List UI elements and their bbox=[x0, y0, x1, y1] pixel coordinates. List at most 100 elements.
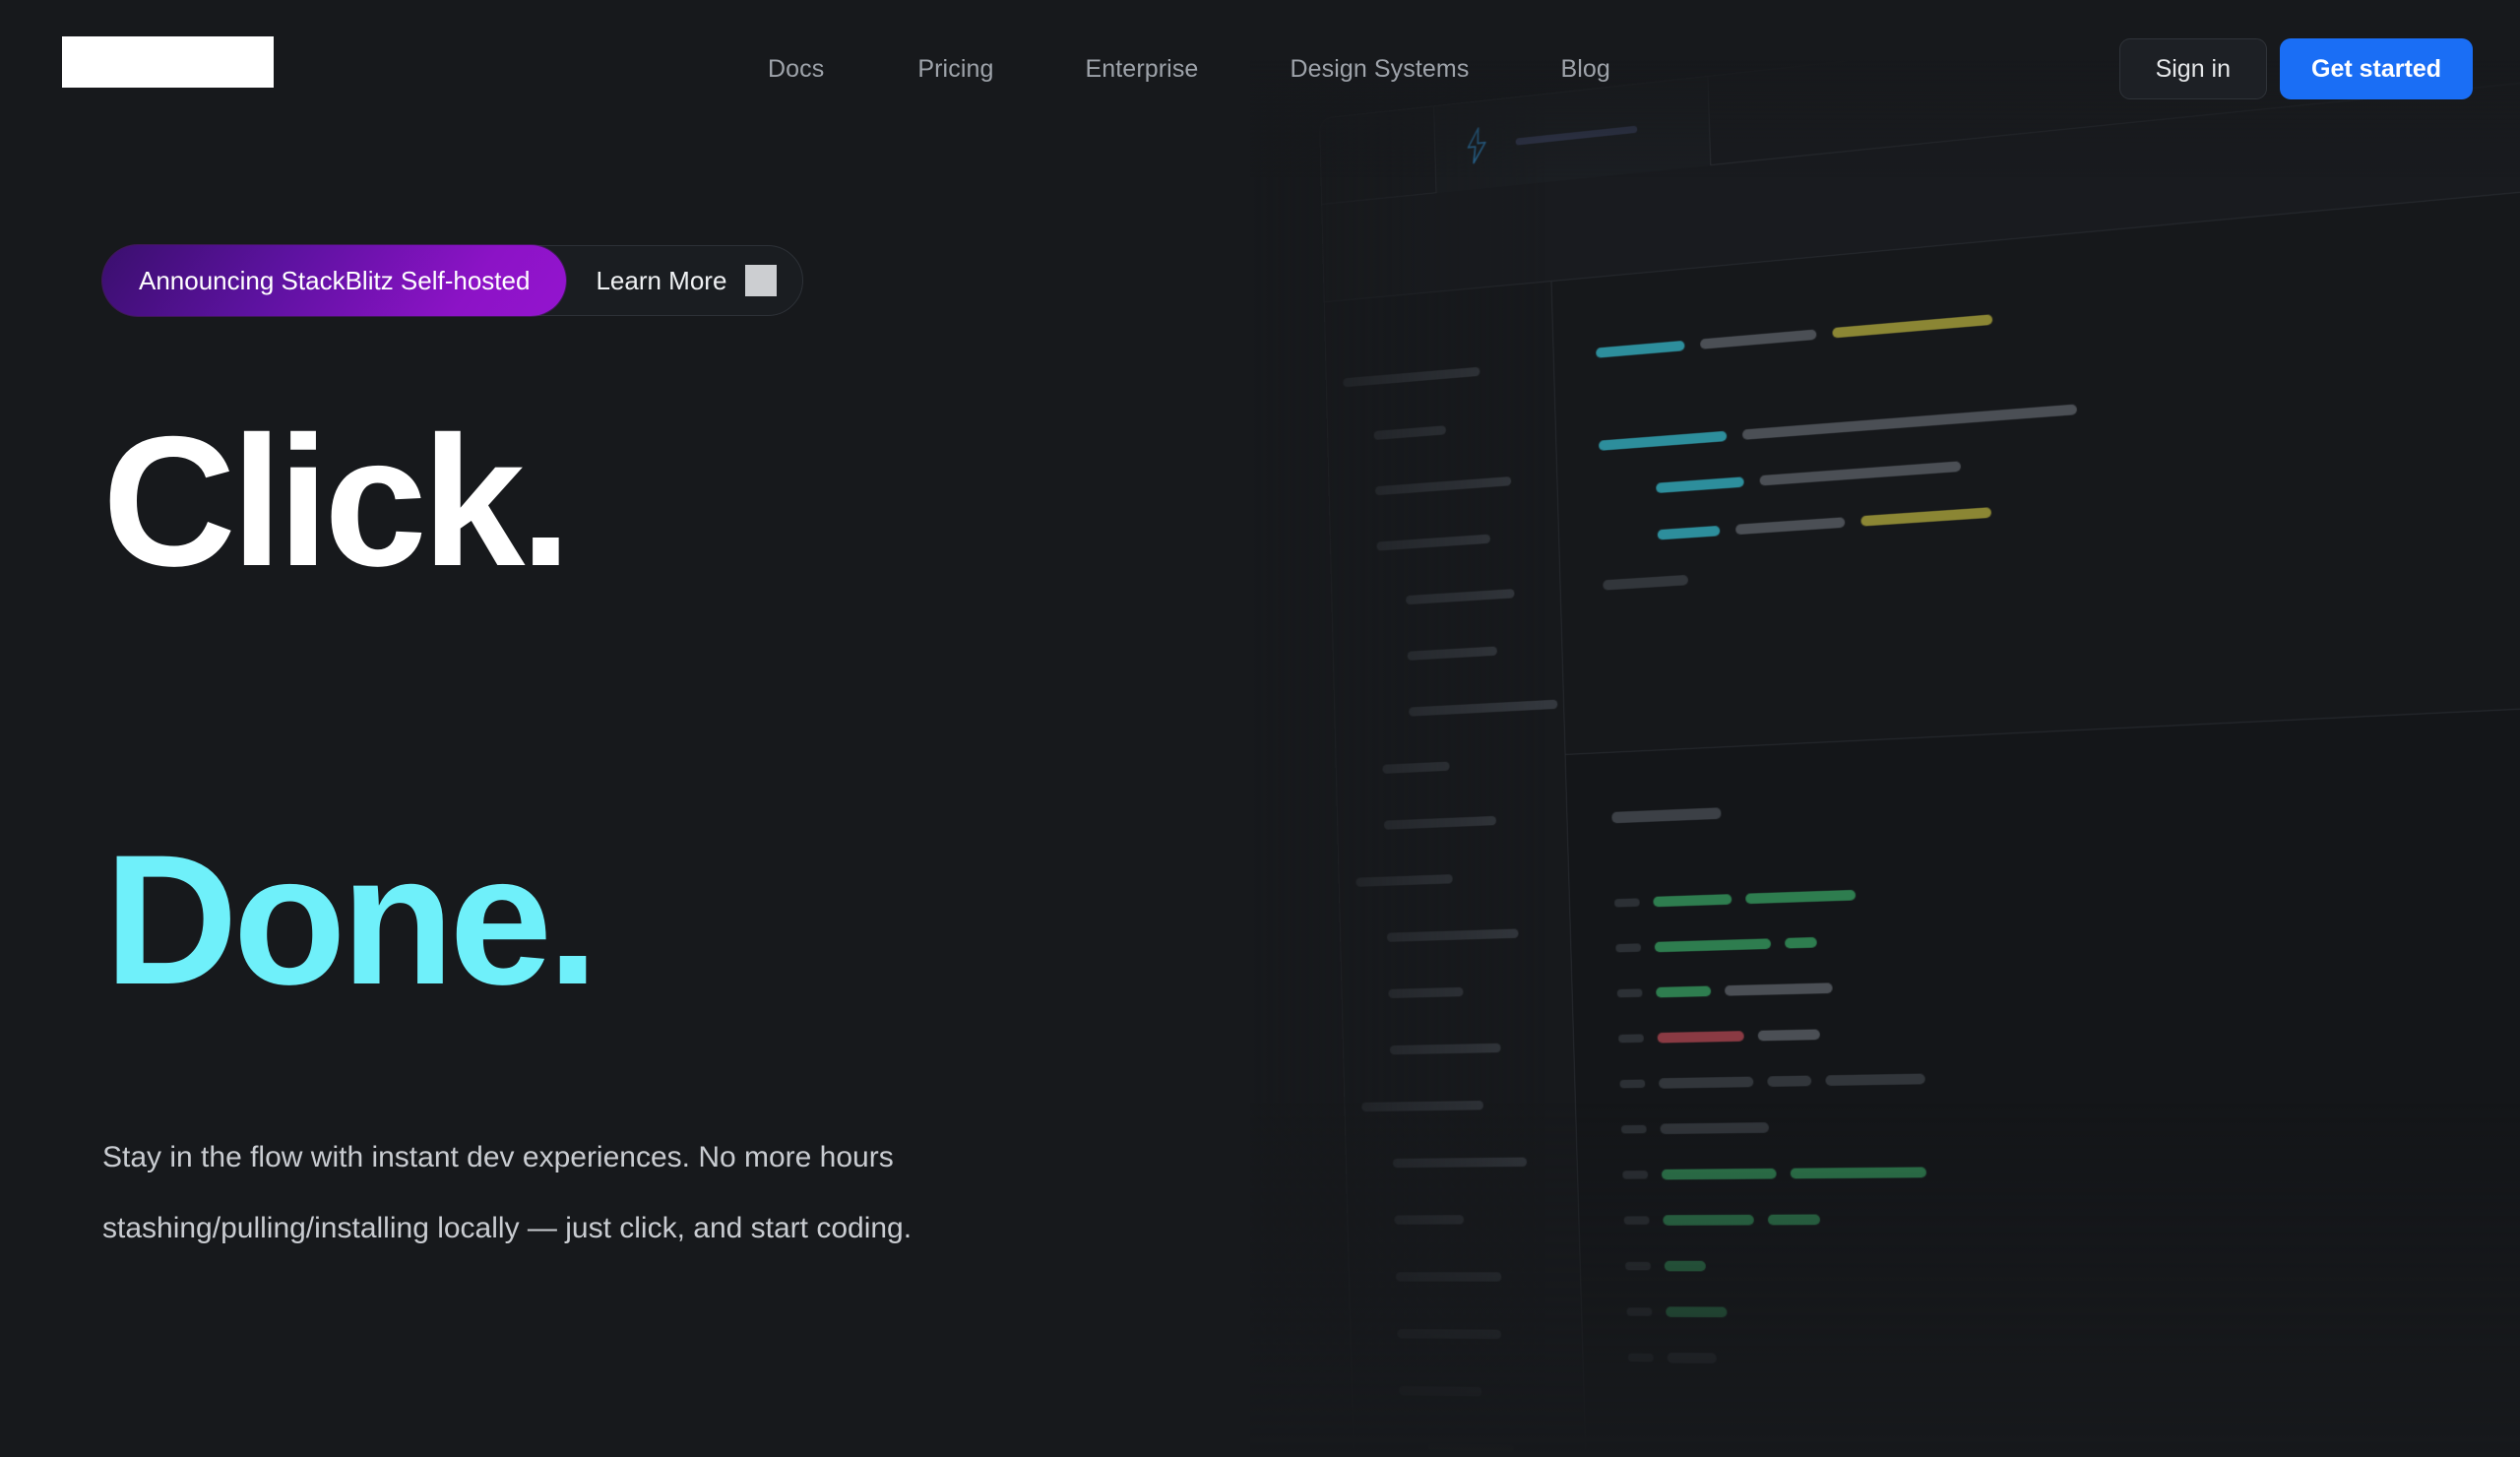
terminal-line-number bbox=[1620, 1124, 1647, 1134]
file-tree-item-bar bbox=[1343, 366, 1480, 387]
file-tree-item-bar bbox=[1386, 927, 1519, 942]
file-tree-item-bar bbox=[1395, 1271, 1502, 1282]
terminal-line bbox=[1624, 1240, 2520, 1291]
terminal-token bbox=[1767, 1214, 1821, 1226]
get-started-button[interactable]: Get started bbox=[2280, 38, 2473, 99]
ide-mockup-illustration bbox=[1250, 59, 2520, 1457]
site-header: Docs Pricing Enterprise Design Systems Blog … bbox=[0, 0, 2520, 138]
file-tree-row bbox=[1339, 846, 1569, 911]
file-tree-row bbox=[1346, 1132, 1577, 1191]
file-tree-row bbox=[1337, 789, 1567, 855]
terminal-token bbox=[1667, 1352, 1717, 1363]
terminal-token bbox=[1664, 1260, 1706, 1272]
file-tree-row bbox=[1351, 1304, 1583, 1363]
terminal-token bbox=[1825, 1073, 1925, 1086]
terminal-line bbox=[1623, 1190, 2520, 1242]
terminal-token bbox=[1745, 889, 1857, 905]
file-tree-item-bar bbox=[1355, 873, 1453, 887]
terminal-line-number bbox=[1626, 1307, 1653, 1316]
learn-more-link[interactable]: Learn More bbox=[566, 265, 794, 296]
file-tree-item-bar bbox=[1394, 1214, 1465, 1225]
code-token bbox=[1832, 314, 1993, 339]
announcement-badge[interactable]: Announcing StackBlitz Self-hosted bbox=[102, 245, 567, 316]
terminal-line-number bbox=[1618, 1034, 1644, 1044]
hero-subtext: Stay in the flow with instant dev experi… bbox=[102, 1141, 913, 1244]
code-token bbox=[1734, 517, 1846, 536]
terminal-token bbox=[1653, 894, 1732, 908]
terminal-token bbox=[1757, 1029, 1821, 1042]
code-token bbox=[1700, 329, 1817, 349]
terminal-token bbox=[1784, 936, 1817, 949]
terminal-line-number bbox=[1623, 1216, 1650, 1225]
file-tree-row bbox=[1336, 731, 1566, 798]
terminal-token bbox=[1658, 1076, 1754, 1089]
ide-window bbox=[1319, 59, 2520, 1457]
announcement-badge-label: Announcing StackBlitz Self-hosted bbox=[139, 265, 531, 295]
file-tree-item-bar bbox=[1407, 646, 1498, 661]
ide-body bbox=[1324, 178, 2520, 1457]
file-tree-item-bar bbox=[1392, 1157, 1528, 1168]
terminal-line bbox=[1627, 1335, 2520, 1392]
code-token bbox=[1741, 404, 2078, 440]
terminal-line-number bbox=[1615, 943, 1642, 953]
terminal-line-number bbox=[1613, 898, 1640, 908]
ide-terminal-panel bbox=[1565, 701, 2520, 1457]
nav-link-docs[interactable]: Docs bbox=[768, 55, 824, 84]
terminal-token bbox=[1724, 982, 1833, 996]
file-tree-item-bar bbox=[1376, 534, 1490, 551]
file-tree-row bbox=[1343, 1017, 1574, 1079]
file-tree-item-bar bbox=[1389, 1043, 1501, 1054]
code-token bbox=[1596, 340, 1685, 358]
terminal-line-number bbox=[1616, 988, 1643, 998]
terminal-token bbox=[1767, 1075, 1812, 1087]
sign-in-button[interactable]: Sign in bbox=[2118, 38, 2268, 99]
terminal-line-number bbox=[1627, 1353, 1654, 1362]
terminal-line bbox=[1626, 1289, 2520, 1341]
terminal-token bbox=[1663, 1214, 1754, 1226]
file-tree-item-bar bbox=[1428, 1443, 1515, 1454]
terminal-token bbox=[1790, 1167, 1927, 1179]
terminal-token bbox=[1666, 1306, 1728, 1318]
file-tree-item-bar bbox=[1373, 424, 1446, 440]
code-token bbox=[1598, 430, 1728, 451]
code-token bbox=[1759, 461, 1962, 486]
code-token bbox=[1603, 574, 1689, 591]
terminal-token bbox=[1660, 1122, 1770, 1135]
nav-link-pricing[interactable]: Pricing bbox=[917, 55, 993, 84]
nav-link-blog[interactable]: Blog bbox=[1560, 55, 1609, 84]
code-token bbox=[1656, 476, 1744, 494]
learn-more-label: Learn More bbox=[596, 265, 727, 295]
file-tree-row bbox=[1348, 1190, 1580, 1248]
arrow-right-icon bbox=[745, 265, 778, 296]
file-tree-item-bar bbox=[1406, 588, 1515, 604]
page-title-line-1: Click. bbox=[102, 398, 572, 604]
file-tree-item-bar bbox=[1409, 699, 1558, 717]
file-tree-item-bar bbox=[1398, 1385, 1482, 1396]
file-tree-row bbox=[1349, 1247, 1581, 1305]
header-actions: Sign in Get started bbox=[2118, 0, 2473, 138]
file-tree-item-bar bbox=[1383, 815, 1497, 830]
terminal-line-number bbox=[1619, 1079, 1646, 1089]
ide-main-area bbox=[1551, 178, 2520, 1457]
announcement-banner[interactable]: Announcing StackBlitz Self-hosted Learn … bbox=[102, 245, 804, 316]
terminal-token bbox=[1654, 938, 1772, 953]
file-tree-row bbox=[1345, 1075, 1576, 1135]
file-tree-row bbox=[1353, 1419, 1586, 1457]
file-tree-row bbox=[1352, 1362, 1584, 1422]
file-tree-item-bar bbox=[1397, 1328, 1502, 1339]
terminal-line-number bbox=[1622, 1171, 1649, 1179]
hero-section: Announcing StackBlitz Self-hosted Learn … bbox=[0, 0, 1319, 1418]
ide-file-tree bbox=[1324, 282, 1587, 1457]
ide-terminal-title bbox=[1611, 807, 1722, 824]
primary-navigation: Docs Pricing Enterprise Design Systems Blog bbox=[768, 0, 1610, 138]
file-tree-item-bar bbox=[1388, 986, 1464, 998]
file-tree-item-bar bbox=[1374, 475, 1512, 495]
page-title-line-2: Done. bbox=[104, 816, 598, 1023]
code-token bbox=[1657, 525, 1721, 540]
nav-link-design-systems[interactable]: Design Systems bbox=[1290, 55, 1469, 84]
terminal-token bbox=[1661, 1168, 1777, 1180]
stackblitz-logo[interactable] bbox=[62, 36, 274, 88]
code-token bbox=[1860, 507, 1992, 527]
file-tree-item-bar bbox=[1361, 1100, 1484, 1111]
nav-link-enterprise[interactable]: Enterprise bbox=[1085, 55, 1198, 84]
